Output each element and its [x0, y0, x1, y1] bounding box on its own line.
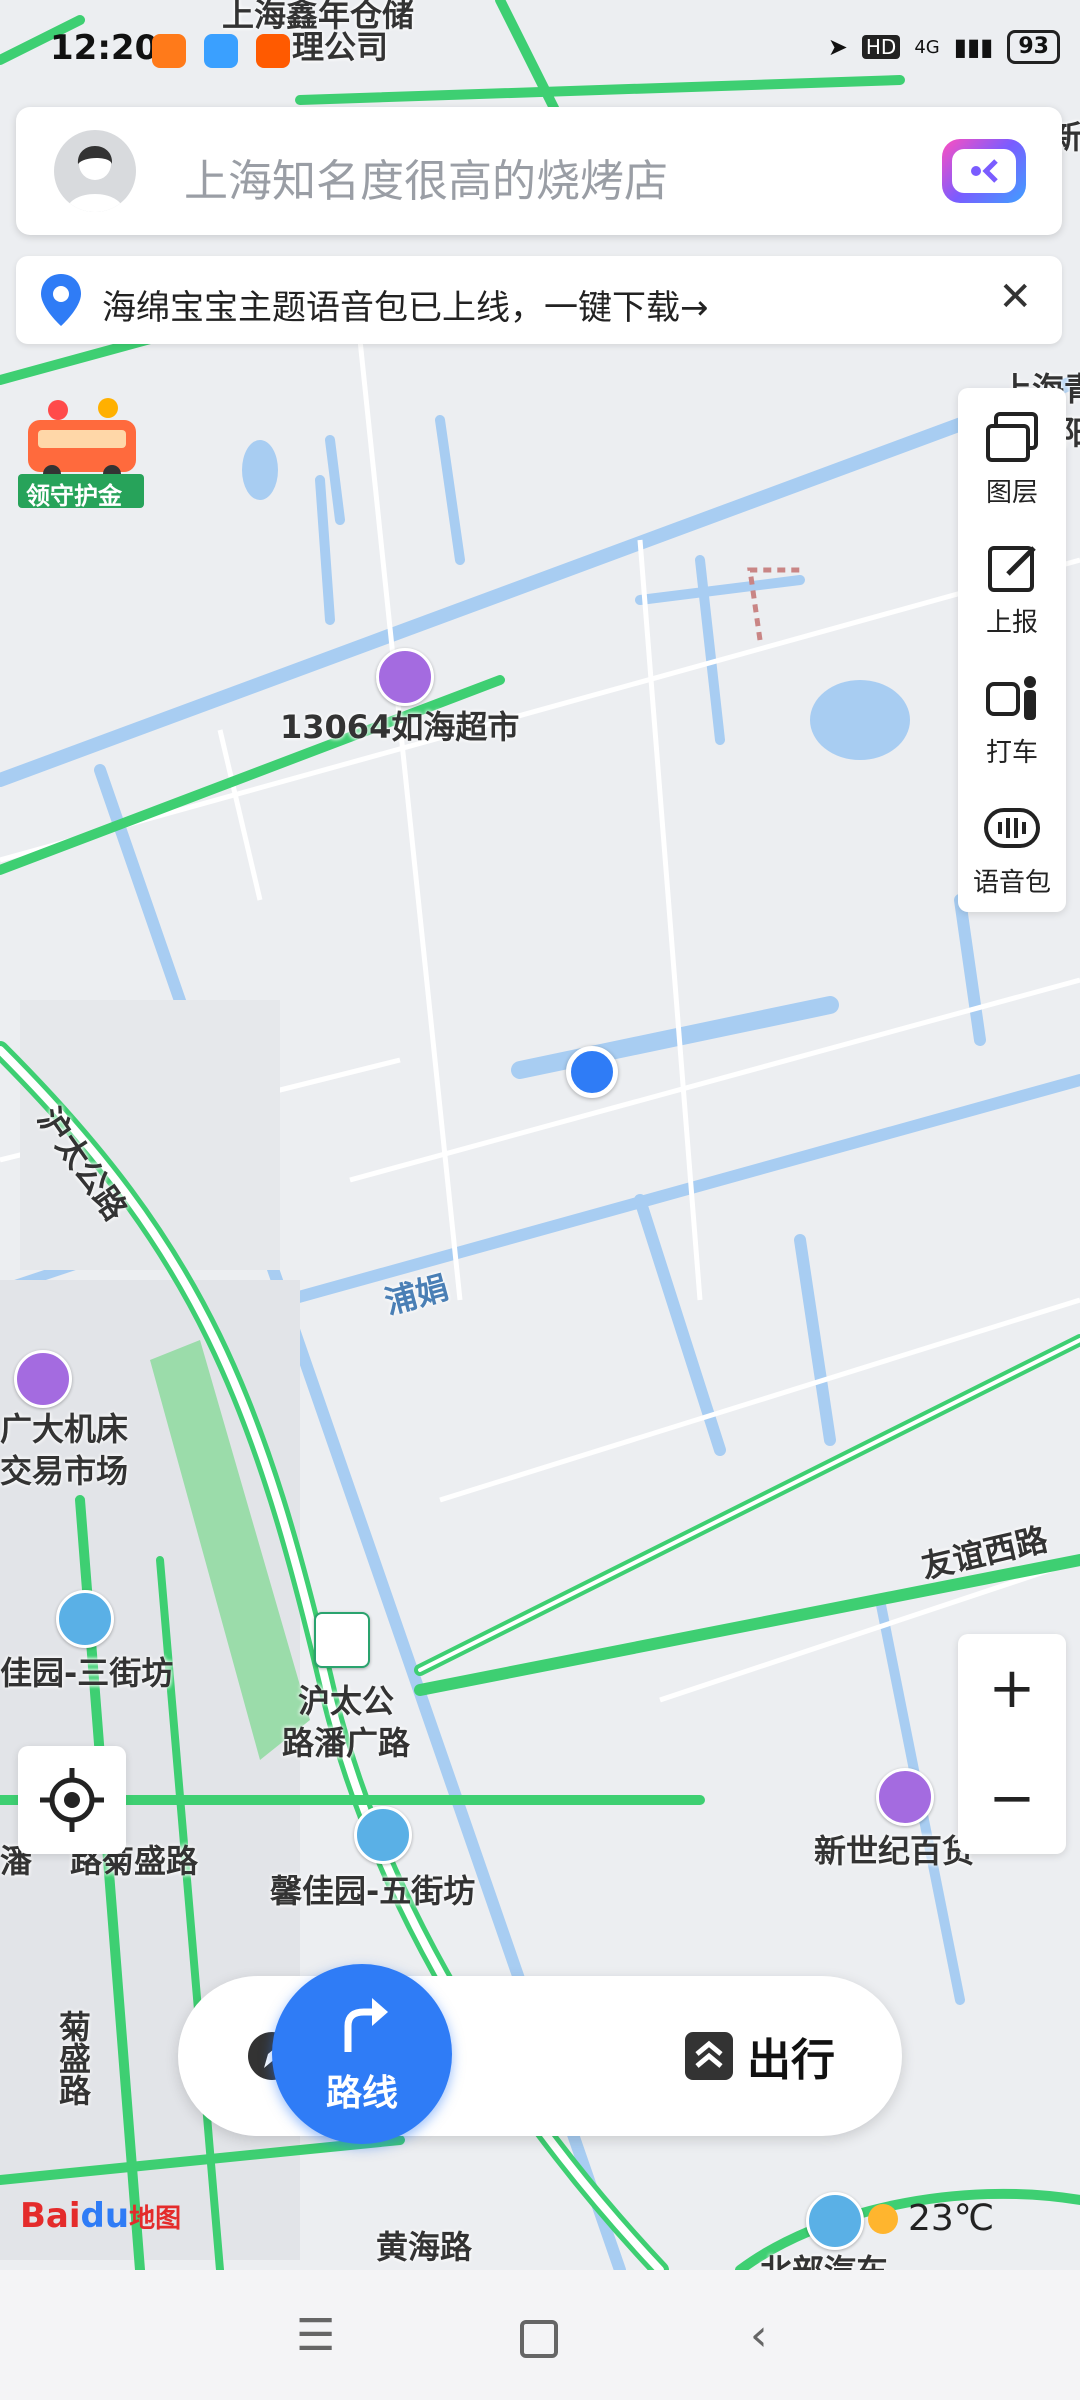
map-label-huanghai-road: 黄海路	[376, 2228, 473, 2266]
voice-pack-icon	[984, 808, 1040, 848]
edit-icon	[988, 546, 1036, 592]
metro-station-icon[interactable]	[314, 1612, 370, 1668]
map-label-machine-market-1[interactable]: 广大机床	[0, 1404, 128, 1450]
map-label-station-1[interactable]: 沪太公	[298, 1676, 394, 1722]
menu-icon[interactable]: ☰	[296, 2310, 335, 2361]
market-poi-icon[interactable]	[14, 1350, 72, 1408]
route-button[interactable]: 路线	[272, 1964, 452, 2144]
app-notification-icon	[152, 34, 186, 68]
voice-pack-button[interactable]: 语音包	[958, 778, 1066, 908]
temperature: 23℃	[908, 2198, 995, 2239]
department-store-poi-icon[interactable]	[876, 1768, 934, 1826]
map-label-department-store[interactable]: 新世纪百货	[814, 1826, 974, 1872]
taobao-notification-icon	[256, 34, 290, 68]
current-location-marker	[566, 1046, 618, 1098]
report-label: 上报	[985, 608, 1038, 638]
baidu-map-logo: Baidu地图	[20, 2196, 181, 2236]
battery-indicator: 93	[1007, 30, 1060, 64]
system-nav-bar: ☰ ‹	[0, 2270, 1080, 2400]
close-icon[interactable]: ✕	[998, 274, 1032, 320]
zoom-control: + −	[958, 1634, 1066, 1854]
location-arrow-icon: ➤	[827, 33, 848, 61]
taxi-icon	[986, 676, 1036, 720]
back-icon[interactable]: ‹	[750, 2310, 768, 2361]
map-label-station-2[interactable]: 路潘广路	[282, 1718, 410, 1764]
signal-bars-icon: ▮▮▮	[953, 33, 994, 61]
turn-right-arrow-icon	[344, 1998, 388, 2052]
car-poi-icon[interactable]	[806, 2192, 864, 2250]
hd-icon: HD	[861, 35, 901, 59]
locate-me-button[interactable]	[18, 1746, 126, 1854]
layers-button[interactable]: 图层	[958, 388, 1066, 518]
travel-icon	[685, 2032, 733, 2080]
location-pin-icon	[41, 274, 81, 326]
residence-poi-icon-2[interactable]	[354, 1806, 412, 1864]
taxi-label: 打车	[985, 738, 1038, 768]
zoom-in-button[interactable]: +	[958, 1634, 1066, 1744]
map-label-north-partial: 北部汽车	[760, 2246, 888, 2270]
map-label-jusheng-vertical: 菊盛路	[54, 2010, 92, 2106]
voice-pack-banner[interactable]: 海绵宝宝主题语音包已上线，一键下载→ ✕	[16, 256, 1062, 344]
taxi-button[interactable]: 打车	[958, 648, 1066, 778]
home-icon[interactable]	[520, 2320, 558, 2358]
weather-widget[interactable]: 23℃	[868, 2198, 994, 2239]
voice-pack-label: 语音包	[972, 868, 1051, 898]
banner-text[interactable]: 海绵宝宝主题语音包已上线，一键下载→	[102, 280, 709, 329]
search-bar[interactable]: 上海知名度很高的烧烤店	[16, 107, 1062, 235]
sun-icon	[868, 2203, 898, 2234]
map-label-jiayuan-5[interactable]: 馨佳园-五街坊	[270, 1866, 475, 1912]
travel-button[interactable]: 出行	[683, 2026, 835, 2086]
map-label-machine-market-2[interactable]: 交易市场	[0, 1446, 128, 1492]
report-button[interactable]: 上报	[958, 518, 1066, 648]
network-type-label: 4G	[914, 36, 940, 58]
promo-label[interactable]: 领守护金	[26, 476, 122, 511]
map-label-jiayuan-3[interactable]: 佳园-三街坊	[0, 1648, 173, 1694]
route-label: 路线	[325, 2073, 398, 2114]
logo-text-map: 地图	[129, 2204, 182, 2234]
promo-badge[interactable]: 领守护金	[18, 390, 144, 511]
app-notification-icon-2	[204, 34, 238, 68]
search-input[interactable]: 上海知名度很高的烧烤店	[184, 145, 668, 209]
layers-icon	[986, 412, 1038, 462]
zoom-out-button[interactable]: −	[958, 1744, 1066, 1854]
layers-label: 图层	[985, 478, 1038, 508]
avatar[interactable]	[54, 130, 136, 212]
map-tools-panel: 图层 上报 打车 语音包	[958, 388, 1066, 912]
status-time: 12:20	[50, 28, 159, 68]
logo-text-du: du	[80, 2196, 130, 2236]
supermarket-poi-icon[interactable]	[376, 648, 434, 706]
crosshair-icon	[40, 1768, 104, 1832]
ai-assistant-button[interactable]	[942, 139, 1026, 203]
status-bar: 12:20 ➤ HD 4G ▮▮▮ 93	[0, 0, 1080, 100]
residence-poi-icon[interactable]	[56, 1590, 114, 1648]
travel-label: 出行	[747, 2035, 835, 2086]
logo-text-baidu: Bai	[20, 2196, 81, 2236]
map-label-supermarket[interactable]: 13064如海超市	[280, 702, 519, 748]
